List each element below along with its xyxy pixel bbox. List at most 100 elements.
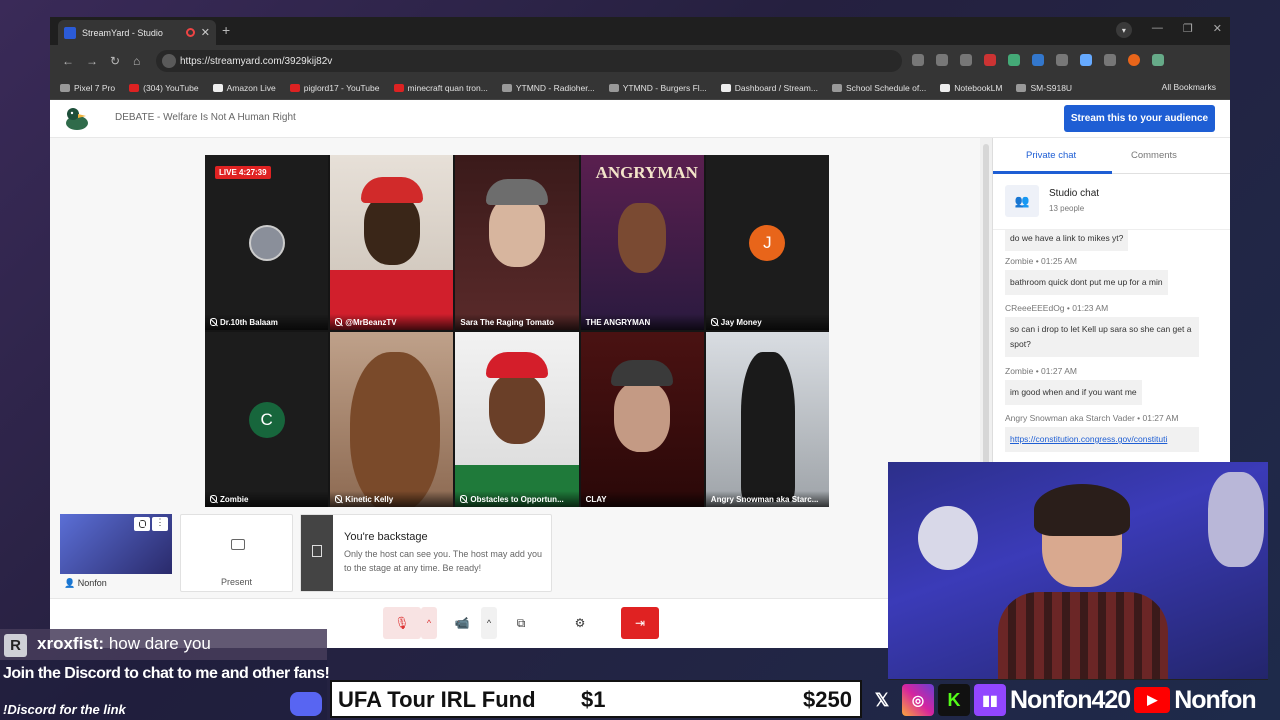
present-button[interactable]: Present xyxy=(180,514,293,592)
participant-name-bar: Zombie xyxy=(205,491,329,507)
message-link[interactable]: https://constitution.congress.gov/consti… xyxy=(1010,434,1167,444)
mute-mic-button[interactable]: 🎙 xyxy=(383,607,421,639)
participant-tile[interactable]: C Zombie xyxy=(205,332,329,507)
bookmark-item[interactable]: Pixel 7 Pro xyxy=(60,83,115,93)
extension-icon[interactable] xyxy=(1008,54,1020,66)
twitch-handle: Nonfon420 xyxy=(1010,685,1131,714)
self-camera-tile[interactable]: ⋮ 👤 Nonfon xyxy=(60,514,172,592)
bookmark-item[interactable]: NotebookLM xyxy=(940,83,1002,93)
camera-button[interactable]: 📹 xyxy=(443,607,481,639)
chat-message: CReeeEEEdOg • 01:23 AM so can i drop to … xyxy=(1005,303,1199,357)
extension-icon[interactable] xyxy=(912,54,924,66)
chat-room-count: 13 people xyxy=(1049,204,1085,213)
amazon-icon xyxy=(212,84,223,92)
angryman-logo: ANGRYMAN xyxy=(595,163,698,182)
leave-studio-button[interactable]: ⇥ xyxy=(621,607,659,639)
extension-icon[interactable] xyxy=(1032,54,1044,66)
chat-tabs: Private chat Comments xyxy=(993,138,1230,174)
extension-icon[interactable] xyxy=(960,54,972,66)
minimize-icon[interactable]: — xyxy=(1152,22,1163,38)
youtube-icon xyxy=(289,84,300,92)
participant-logo xyxy=(248,224,285,261)
bookmark-item[interactable]: (304) YouTube xyxy=(129,83,199,93)
more-options-icon[interactable]: ⋮ xyxy=(152,517,168,531)
bookmark-item[interactable]: piglord17 - YouTube xyxy=(289,83,380,93)
bookmark-item[interactable]: School Schedule of... xyxy=(831,83,926,93)
mic-options-chevron-icon[interactable]: ^ xyxy=(421,607,437,639)
url-field[interactable]: https://streamyard.com/3929kij82v xyxy=(156,50,902,72)
participant-tile[interactable]: LIVE 4:27:39 Dr.10th Balaam xyxy=(205,155,329,330)
maximize-icon[interactable]: ❐ xyxy=(1183,22,1193,38)
muted-mic-icon[interactable] xyxy=(134,517,150,531)
home-icon[interactable]: ⌂ xyxy=(133,54,140,68)
menu-icon[interactable] xyxy=(1152,54,1164,66)
participant-tile[interactable]: @MrBeanzTV xyxy=(330,155,454,330)
twitch-icon: ▮▮ xyxy=(974,684,1006,716)
broadcast-title[interactable]: DEBATE - Welfare Is Not A Human Right xyxy=(115,112,296,123)
close-window-icon[interactable]: ✕ xyxy=(1213,22,1222,38)
duck-logo-icon xyxy=(66,108,88,130)
message-time: 01:23 AM xyxy=(1072,303,1109,313)
bookmark-item[interactable]: YTMND - Burgers Fl... xyxy=(608,83,707,93)
close-tab-icon[interactable]: ✕ xyxy=(201,26,210,39)
message-text: im good when and if you want me xyxy=(1005,380,1142,405)
extension-icon[interactable] xyxy=(936,54,948,66)
extension-icon[interactable] xyxy=(1080,54,1092,66)
chat-message: Zombie • 01:27 AM im good when and if yo… xyxy=(1005,366,1142,405)
camera-options-chevron-icon[interactable]: ^ xyxy=(481,607,497,639)
tab-private-chat[interactable]: Private chat xyxy=(1026,150,1076,161)
participant-name-bar: Kinetic Kelly xyxy=(330,491,454,507)
all-bookmarks-button[interactable]: All Bookmarks xyxy=(1162,82,1216,92)
backstage-side xyxy=(301,515,333,591)
stream-chat-overlay: R xroxfist: how dare you xyxy=(0,629,327,660)
bookmark-item[interactable]: YTMND - Radioher... xyxy=(501,83,595,93)
site-info-icon[interactable] xyxy=(162,54,176,68)
tab-streamyard[interactable]: StreamYard - Studio ✕ xyxy=(58,20,216,45)
participant-tile[interactable]: J Jay Money xyxy=(705,155,829,330)
message-time: 01:27 AM xyxy=(1041,366,1077,376)
bookmark-item[interactable]: minecraft quan tron... xyxy=(393,83,488,93)
participant-tile[interactable]: Kinetic Kelly xyxy=(330,332,454,507)
discord-overlay: Join the Discord to chat to me and other… xyxy=(0,660,330,720)
ytmnd-icon xyxy=(501,84,512,92)
bookmark-icon xyxy=(1016,84,1027,92)
stream-to-audience-button[interactable]: Stream this to your audience xyxy=(1064,105,1215,132)
extension-icon[interactable] xyxy=(1056,54,1068,66)
bookmark-item[interactable]: Dashboard / Stream... xyxy=(720,83,818,93)
webcam-streamer xyxy=(998,484,1168,679)
tab-bar: StreamYard - Studio ✕ + ▾ — ❐ ✕ xyxy=(50,17,1230,45)
chat-room-title: Studio chat xyxy=(1049,188,1100,199)
extension-icon[interactable] xyxy=(984,54,996,66)
tab-comments[interactable]: Comments xyxy=(1131,150,1177,161)
self-name: 👤 Nonfon xyxy=(64,578,107,588)
message-text: so can i drop to let Kell up sara so she… xyxy=(1005,317,1199,357)
fund-goal-bar: UFA Tour IRL Fund $1 $250 xyxy=(330,680,862,718)
socials-bar: 𝕏 ◎ K ▮▮ Nonfon420 ▶ Nonfon xyxy=(866,680,1280,720)
participant-tile[interactable]: Sara The Raging Tomato xyxy=(455,155,579,330)
share-screen-button[interactable]: ⧉ xyxy=(503,607,539,639)
new-tab-button[interactable]: + xyxy=(222,22,230,38)
video-grid: LIVE 4:27:39 Dr.10th Balaam @MrBeanzTV S… xyxy=(205,155,829,507)
participant-tile[interactable]: CLAY xyxy=(580,332,704,507)
profile-avatar[interactable] xyxy=(1128,54,1140,66)
discord-icon xyxy=(290,692,322,716)
participant-tile[interactable]: Obstacles to Opportun... xyxy=(455,332,579,507)
participant-tile[interactable]: Angry Snowman aka Starc... xyxy=(705,332,829,507)
youtube-icon xyxy=(129,84,140,92)
extension-icon[interactable] xyxy=(1104,54,1116,66)
forward-icon[interactable]: → xyxy=(86,54,98,68)
participant-tile[interactable]: ANGRYMAN THE ANGRYMAN xyxy=(580,155,704,330)
back-icon[interactable]: ← xyxy=(62,54,74,68)
reload-icon[interactable]: ↻ xyxy=(110,54,120,68)
youtube-icon xyxy=(393,84,404,92)
message-author: Angry Snowman aka Starch Vader xyxy=(1005,413,1135,423)
participant-name-bar: CLAY xyxy=(580,491,704,507)
settings-icon[interactable]: ⚙ xyxy=(562,607,598,639)
backstage-description: Only the host can see you. The host may … xyxy=(344,549,542,573)
streamyard-icon xyxy=(720,84,731,92)
bookmark-item[interactable]: Amazon Live xyxy=(212,83,276,93)
bookmark-item[interactable]: SM-S918U xyxy=(1016,83,1072,93)
streamyard-favicon-icon xyxy=(64,26,76,39)
tab-search-icon[interactable]: ▾ xyxy=(1115,22,1132,38)
notebooklm-icon xyxy=(940,84,951,92)
